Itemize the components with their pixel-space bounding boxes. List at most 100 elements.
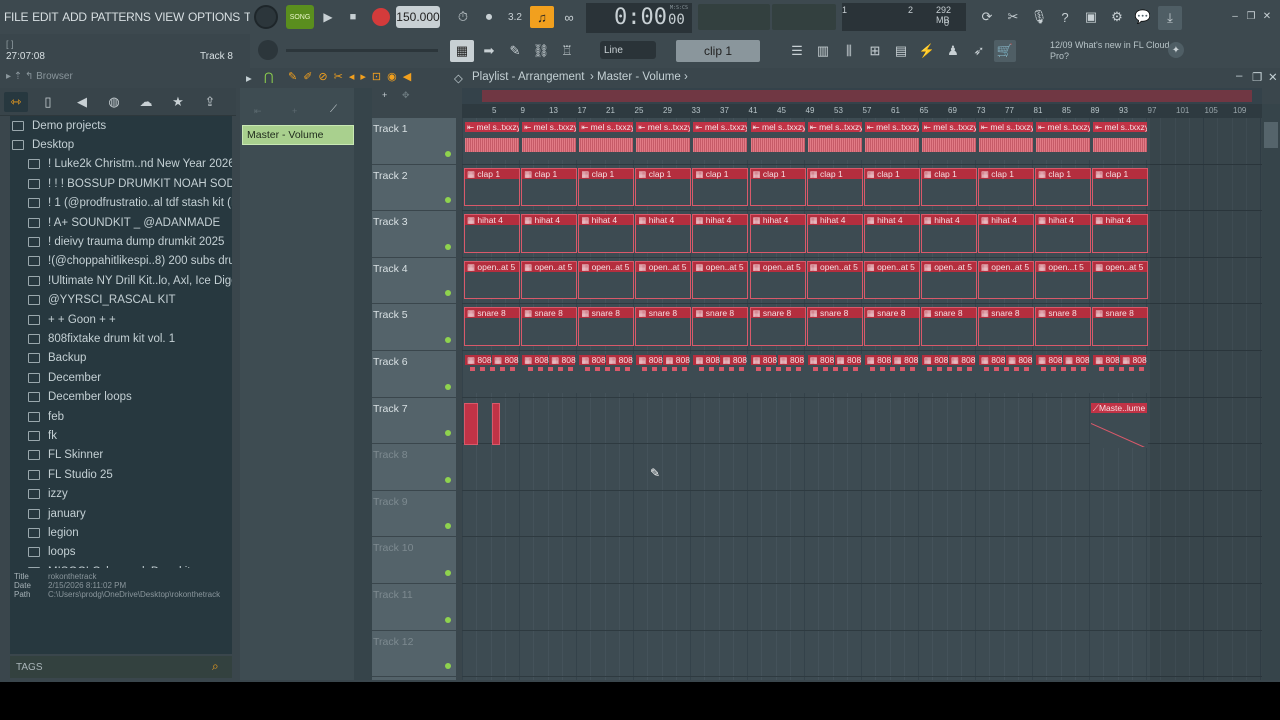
metronome-icon[interactable]: ⏱ xyxy=(452,6,474,28)
clip[interactable]: ⇤ mel s..txxzy xyxy=(977,121,1034,160)
track-header[interactable]: Track 7 xyxy=(372,398,456,445)
track-mute-led[interactable] xyxy=(445,663,451,670)
clip[interactable]: ▦ hihat 4 xyxy=(521,214,578,253)
clip[interactable]: ▦ 808 4▦ 808 4 xyxy=(1092,354,1149,393)
clip[interactable]: ▦ snare 8 xyxy=(920,307,977,346)
clip[interactable]: ▦ snare 8 xyxy=(692,307,749,346)
track-mute-led[interactable] xyxy=(445,616,451,623)
picker-arrow-icon[interactable]: ⇤ xyxy=(254,106,276,116)
clip[interactable]: ▦ open..at 5 xyxy=(1092,260,1149,300)
clip[interactable]: ▦ 808 4▦ 808 4 xyxy=(692,354,749,393)
clip[interactable]: ▦ clap 1 xyxy=(692,167,749,207)
browser-item[interactable]: 808fixtake drum kit vol. 1 xyxy=(10,329,232,348)
picker-curve-icon[interactable]: ⟋ xyxy=(330,104,344,116)
browser-item[interactable]: @YYRSCI_RASCAL KIT xyxy=(10,291,232,310)
browser-item[interactable]: December xyxy=(10,368,232,387)
clip[interactable]: ⇤ mel s..txxzy xyxy=(464,121,521,160)
clip[interactable]: ▦ open..at 5 xyxy=(806,260,863,300)
clip[interactable]: ▦ open..at 5 xyxy=(635,260,692,300)
pattern-select[interactable]: clip 1 xyxy=(676,40,760,62)
clip[interactable]: ▦ 808 4▦ 808 4 xyxy=(863,354,920,393)
clip[interactable]: ⇤ mel s..txxzy xyxy=(1035,121,1092,160)
tempo-display[interactable]: 150.000 xyxy=(396,6,440,28)
clip[interactable]: ⇤ mel s..txxzy xyxy=(635,121,692,160)
clip[interactable]: ▦ open..at 5 xyxy=(749,260,806,300)
clip[interactable]: ▦ hihat 4 xyxy=(1035,214,1092,253)
play-button[interactable]: ▶ xyxy=(318,7,338,27)
clip[interactable]: ▦ hihat 4 xyxy=(749,214,806,253)
timeline-ruler[interactable]: 5 9 13 17 21 25 29 33 37 41 45 49 53 57 61 65 69 73 77 81 85… xyxy=(462,104,1262,118)
clip[interactable]: ⇤ mel s..txxzy xyxy=(1092,121,1149,160)
clip[interactable]: ▦ snare 8 xyxy=(863,307,920,346)
browser-item[interactable]: FL Skinner xyxy=(10,446,232,465)
clip[interactable]: ▦ hihat 4 xyxy=(920,214,977,253)
close-icon[interactable]: ✕ xyxy=(1260,9,1274,23)
clip[interactable]: ▦ hihat 4 xyxy=(464,214,521,253)
tags-bar[interactable]: TAGS ⌕ xyxy=(10,656,232,678)
track-mute-led[interactable] xyxy=(445,197,451,204)
clip[interactable]: ⇤ mel s..txxzy xyxy=(806,121,863,160)
track-header[interactable]: Track 8 xyxy=(372,444,456,491)
track-header[interactable]: Track 5 xyxy=(372,304,456,351)
clip[interactable]: ▦ 808 4▦ 808 4 xyxy=(749,354,806,393)
master-slider[interactable] xyxy=(286,49,438,52)
clip[interactable]: ▦ snare 8 xyxy=(977,307,1034,346)
track-mute-led[interactable] xyxy=(445,383,451,390)
cut-icon[interactable]: ✂ xyxy=(1002,6,1024,28)
clip[interactable]: ▦ clap 1 xyxy=(521,167,578,207)
pl-close-icon[interactable]: ✕ xyxy=(1268,70,1278,84)
clip[interactable]: ▦ hihat 4 xyxy=(1092,214,1149,253)
clip[interactable]: ▦ open..at 5 xyxy=(977,260,1034,300)
browser-item[interactable]: FL Studio 25 xyxy=(10,465,232,484)
loop-record-icon[interactable]: ∞ xyxy=(558,6,580,28)
clip[interactable]: ▦ 808 4▦ 808 4 xyxy=(1035,354,1092,393)
clip[interactable]: ⇤ mel s..txxzy xyxy=(920,121,977,160)
track-header[interactable]: Track 1 xyxy=(372,118,456,165)
clip[interactable]: ▦ hihat 4 xyxy=(806,214,863,253)
track-mute-led[interactable] xyxy=(445,476,451,483)
clip[interactable] xyxy=(464,403,478,445)
clip[interactable]: ▦ snare 8 xyxy=(635,307,692,346)
maximize-icon[interactable]: ❐ xyxy=(1244,9,1258,23)
track-header[interactable]: Track 10 xyxy=(372,537,456,584)
plug-icon[interactable]: ⚡ xyxy=(916,40,938,62)
arrow-icon[interactable]: ➡ xyxy=(478,40,500,62)
clip[interactable]: ▦ open..at 5 xyxy=(521,260,578,300)
shop-icon[interactable]: 🛒 xyxy=(994,40,1016,62)
browser-item[interactable]: ! 1 (@prodfrustratio..al tdf stash kit (… xyxy=(10,194,232,213)
clip[interactable]: ▦ clap 1 xyxy=(806,167,863,207)
scroll-thumb[interactable] xyxy=(1264,122,1278,148)
menu-view[interactable]: VIEW xyxy=(155,10,185,24)
wait-record-icon[interactable]: ⏺ xyxy=(478,6,500,28)
browser-item[interactable]: legion xyxy=(10,523,232,542)
clip[interactable]: ▦ open..at 5 xyxy=(692,260,749,300)
clip[interactable]: ▦ 808 4▦ 808 4 xyxy=(806,354,863,393)
pitch-knob[interactable] xyxy=(258,40,278,60)
menu-file[interactable]: FILE xyxy=(4,10,28,24)
news-panel[interactable]: 12/09 What's new in FL Cloud Pro? xyxy=(1050,40,1170,64)
speaker-icon[interactable]: ◀ xyxy=(72,92,92,112)
news-icon[interactable]: ✦ xyxy=(1168,42,1184,58)
stop-button[interactable]: ■ xyxy=(343,7,363,27)
track-header[interactable]: Track 9 xyxy=(372,491,456,538)
clip[interactable]: ▦ hihat 4 xyxy=(977,214,1034,253)
track-header[interactable]: Track 6 xyxy=(372,351,456,398)
clip[interactable]: ▦ hihat 4 xyxy=(578,214,635,253)
browser-list[interactable]: Demo projects Desktop ! Luke2k Christm..nd… xyxy=(10,116,232,568)
track-mute-led[interactable] xyxy=(445,569,451,576)
browser-item[interactable]: january xyxy=(10,504,232,523)
track-header[interactable]: Track 2 xyxy=(372,165,456,212)
clip[interactable]: ▦ clap 1 xyxy=(578,167,635,207)
clip[interactable]: ⇤ mel s..txxzy xyxy=(863,121,920,160)
clip[interactable]: ▦ open..at 5 xyxy=(863,260,920,300)
browser-item[interactable]: !Ultimate NY Drill Kit..lo, Axl, Ice Dig… xyxy=(10,271,232,290)
browser-item[interactable]: + + Goon + + xyxy=(10,310,232,329)
clip[interactable]: ▦ snare 8 xyxy=(1092,307,1149,346)
browser-item[interactable]: izzy xyxy=(10,484,232,503)
save-icon[interactable]: ▣ xyxy=(1080,6,1102,28)
file-icon[interactable]: ▯ xyxy=(38,92,58,112)
clip[interactable]: ▦ snare 8 xyxy=(578,307,635,346)
clip[interactable]: ▦ hihat 4 xyxy=(635,214,692,253)
minimize-icon[interactable]: – xyxy=(1228,9,1242,23)
chat-icon[interactable]: 💬 xyxy=(1132,6,1154,28)
